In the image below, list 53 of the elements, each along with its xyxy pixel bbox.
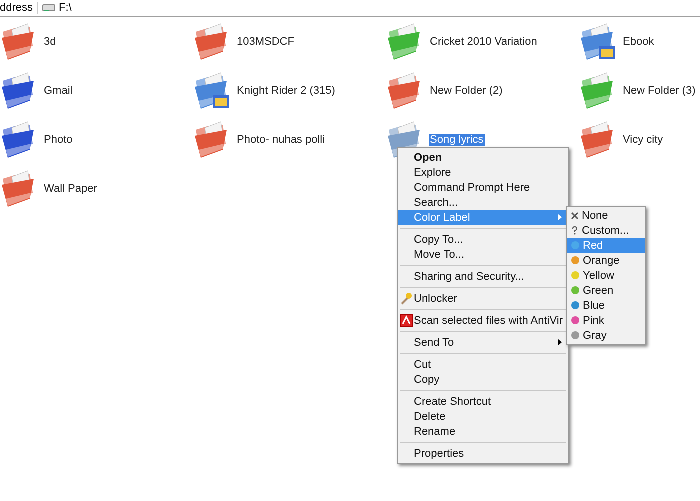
menu-item[interactable]: Sharing and Security... — [398, 269, 568, 284]
menu-item[interactable]: Unlocker — [398, 291, 568, 306]
menu-item[interactable]: Blue — [567, 298, 645, 313]
menu-item[interactable]: Copy — [398, 372, 568, 387]
menu-item[interactable]: Search... — [398, 195, 568, 210]
drive-icon — [42, 3, 56, 13]
color-dot-icon — [571, 256, 580, 265]
close-icon — [571, 212, 579, 220]
menu-item[interactable]: None — [567, 208, 645, 223]
menu-item[interactable]: Orange — [567, 253, 645, 268]
menu-item[interactable]: Command Prompt Here — [398, 180, 568, 195]
address-label: ddress — [0, 2, 38, 14]
menu-item[interactable]: Explore — [398, 165, 568, 180]
folder-name[interactable]: Cricket 2010 Variation — [429, 36, 538, 48]
menu-item[interactable]: Move To... — [398, 247, 568, 262]
folder-name[interactable]: New Folder (3) — [622, 84, 697, 96]
folder-name[interactable]: 103MSDCF — [236, 36, 296, 48]
color-dot-icon — [571, 271, 580, 280]
folder-name[interactable]: Vicy city — [622, 134, 664, 146]
menu-item[interactable]: Create Shortcut — [398, 394, 568, 409]
folder-name[interactable]: Photo — [43, 134, 74, 146]
color-dot-icon — [571, 331, 580, 340]
color-dot-icon — [571, 316, 580, 325]
submenu-arrow-icon — [558, 339, 562, 346]
menu-item[interactable]: Gray — [567, 328, 645, 343]
folder-name[interactable]: Ebook — [622, 36, 656, 48]
folder-name[interactable]: Wall Paper — [43, 182, 98, 194]
address-field[interactable]: F:\ — [38, 0, 700, 16]
menu-item[interactable]: Delete — [398, 409, 568, 424]
menu-item[interactable]: Yellow — [567, 268, 645, 283]
menu-item[interactable]: Green — [567, 283, 645, 298]
folder-name[interactable]: 3d — [43, 36, 58, 48]
menu-item[interactable]: Send To — [398, 335, 568, 350]
folder-name[interactable]: Photo- nuhas polli — [236, 134, 326, 146]
wand-icon — [400, 292, 413, 305]
menu-item[interactable]: Cut — [398, 357, 568, 372]
menu-item[interactable]: Scan selected files with AntiVir — [398, 313, 568, 328]
color-dot-icon — [571, 286, 580, 295]
folder-name[interactable]: New Folder (2) — [429, 84, 504, 96]
menu-item[interactable]: Rename — [398, 424, 568, 439]
folder-name[interactable]: Song lyrics — [429, 134, 485, 146]
question-icon — [571, 226, 579, 235]
menu-item[interactable]: Properties — [398, 446, 568, 461]
color-dot-icon — [571, 241, 580, 250]
menu-item[interactable]: Copy To... — [398, 232, 568, 247]
antivirus-icon — [400, 314, 413, 327]
menu-item[interactable]: Open — [398, 150, 568, 165]
folder-name[interactable]: Knight Rider 2 (315) — [236, 84, 336, 96]
menu-item[interactable]: Custom... — [567, 223, 645, 238]
menu-item[interactable]: Pink — [567, 313, 645, 328]
color-dot-icon — [571, 301, 580, 310]
submenu-arrow-icon — [558, 214, 562, 221]
folder-name[interactable]: Gmail — [43, 84, 74, 96]
